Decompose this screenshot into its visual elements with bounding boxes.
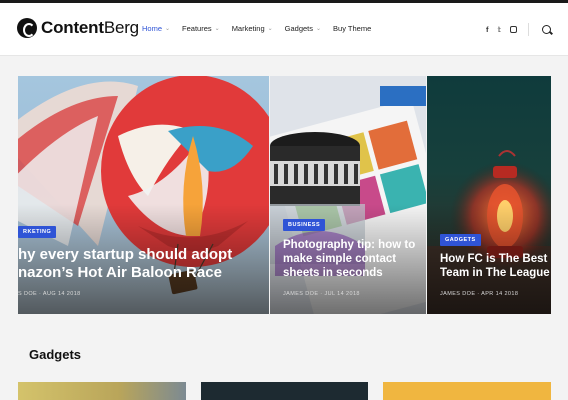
featured-card-2[interactable]: BUSINESS Photography tip: how to make si… (270, 76, 426, 314)
nav-item-features[interactable]: Features ⌄ (182, 24, 220, 33)
article-meta: JAMES DOE · APR 14 2018 (440, 291, 519, 297)
site-header: ContentBerg Home ⌄ Features ⌄ Marketing ⌄ G… (0, 3, 568, 56)
chevron-down-icon: ⌄ (267, 26, 273, 32)
search-icon[interactable] (542, 25, 551, 34)
chevron-down-icon: ⌄ (165, 26, 171, 32)
article-title[interactable]: How FC is The Best Team in The League (440, 253, 551, 281)
category-badge[interactable]: RKETING (18, 226, 57, 238)
article-meta: S DOE · AUG 14 2018 (18, 291, 81, 297)
main-nav: Home ⌄ Features ⌄ Marketing ⌄ Gadgets ⌄ Buy … (142, 24, 383, 33)
nav-item-buy-theme[interactable]: Buy Theme (333, 24, 371, 33)
category-badge[interactable]: GADGETS (440, 234, 481, 246)
site-logo[interactable]: ContentBerg (17, 18, 139, 38)
article-meta: JAMES DOE · JUL 14 2018 (283, 291, 360, 297)
facebook-icon[interactable]: f (486, 25, 489, 34)
article-title[interactable]: hy every startup should adopt nazon’s Ho… (18, 246, 232, 282)
category-badge[interactable]: BUSINESS (283, 219, 326, 231)
instagram-icon[interactable] (510, 26, 517, 33)
nav-item-home[interactable]: Home ⌄ (142, 24, 170, 33)
featured-card-1[interactable]: RKETING hy every startup should adopt na… (18, 76, 269, 314)
gadget-thumbnail[interactable] (201, 382, 368, 400)
page: ContentBerg Home ⌄ Features ⌄ Marketing ⌄ G… (0, 0, 568, 400)
section-title: Gadgets (29, 347, 82, 362)
chevron-down-icon: ⌄ (316, 26, 322, 32)
gadget-thumbnail[interactable] (383, 382, 551, 400)
nav-item-gadgets[interactable]: Gadgets ⌄ (285, 24, 321, 33)
gadget-thumbnail[interactable] (18, 382, 186, 400)
header-divider (528, 23, 529, 36)
twitter-icon[interactable]: 𝕥 (498, 25, 502, 34)
article-title[interactable]: Photography tip: how to make simple cont… (283, 239, 423, 280)
logo-text: ContentBerg (41, 18, 139, 37)
nav-item-marketing[interactable]: Marketing ⌄ (232, 24, 273, 33)
chevron-down-icon: ⌄ (214, 26, 220, 32)
featured-card-3[interactable]: GADGETS How FC is The Best Team in The L… (427, 76, 551, 314)
social-links: f 𝕥 (486, 25, 517, 34)
logo-icon (17, 18, 37, 38)
